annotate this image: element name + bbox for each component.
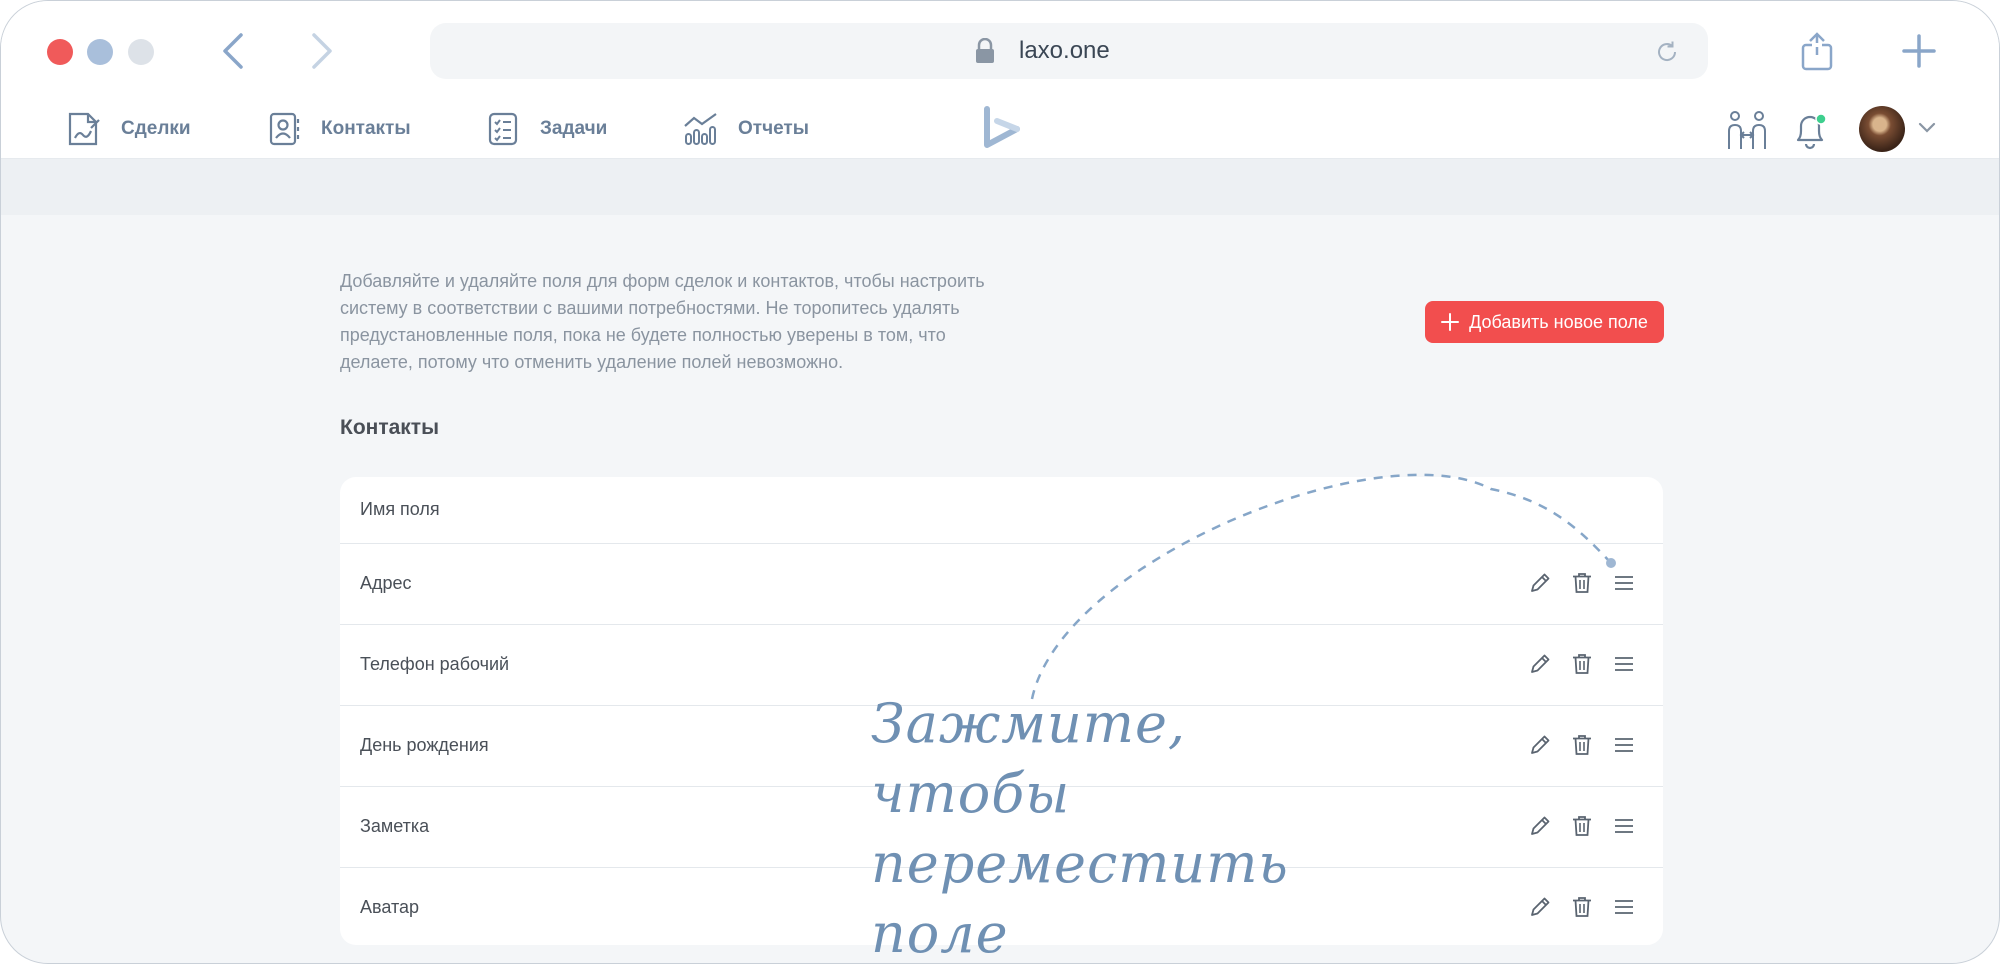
forward-button[interactable] [302, 29, 342, 73]
field-name: Заметка [360, 816, 430, 836]
lock-icon [976, 38, 994, 63]
reports-icon [684, 113, 717, 145]
trash-icon[interactable] [1569, 570, 1595, 596]
maximize-window-button[interactable] [128, 39, 154, 65]
avatar[interactable] [1859, 106, 1905, 152]
nav-item-label: Отчеты [738, 118, 809, 139]
nav-item-reports[interactable]: Отчеты [682, 109, 809, 149]
laxo-logo[interactable] [981, 105, 1023, 153]
trash-icon[interactable] [1569, 651, 1595, 677]
pencil-icon[interactable] [1527, 813, 1553, 839]
drag-handle-icon[interactable] [1611, 894, 1637, 920]
browser-toolbar: laxo.one [1, 1, 1999, 101]
tasks-icon [488, 112, 518, 146]
pencil-icon[interactable] [1527, 894, 1553, 920]
add-new-field-button[interactable]: Добавить новое поле [1425, 301, 1664, 343]
chevron-right-icon [312, 33, 332, 69]
pencil-icon[interactable] [1527, 651, 1553, 677]
url-text: laxo.one [1019, 37, 1110, 64]
pencil-icon[interactable] [1527, 570, 1553, 596]
trash-icon[interactable] [1569, 894, 1595, 920]
nav-item-deals[interactable]: Сделки [65, 109, 191, 149]
nav-item-tasks[interactable]: Задачи [484, 109, 607, 149]
drag-handle-icon[interactable] [1611, 651, 1637, 677]
drag-hint: Зажмите, чтобы переместить поле [871, 689, 1291, 964]
trash-icon[interactable] [1569, 813, 1595, 839]
minimize-window-button[interactable] [87, 39, 113, 65]
add-new-field-label: Добавить новое поле [1469, 311, 1648, 332]
table-header: Имя поля [340, 477, 1663, 544]
plus-icon[interactable] [1901, 33, 1937, 69]
column-header-field-name: Имя поля [360, 499, 440, 519]
page-description: Добавляйте и удаляйте поля для форм сдел… [340, 271, 985, 372]
deals-icon [68, 112, 100, 146]
chevron-left-icon [223, 33, 243, 69]
nav-item-label: Контакты [321, 118, 411, 139]
app-navigation: Сделки Контакты Задачи Отчеты [1, 101, 1999, 159]
drag-handle-icon[interactable] [1611, 732, 1637, 758]
bell-icon[interactable] [1789, 109, 1831, 151]
trash-icon[interactable] [1569, 732, 1595, 758]
plus-icon [1441, 313, 1460, 331]
section-title: Контакты [340, 416, 440, 439]
close-window-button[interactable] [47, 39, 73, 65]
drag-hint-line-1: Зажмите, чтобы [871, 692, 1187, 825]
page-header-band [1, 159, 1999, 215]
nav-item-contacts[interactable]: Контакты [265, 109, 411, 149]
drag-handle-icon[interactable] [1611, 570, 1637, 596]
nav-item-label: Сделки [121, 118, 191, 139]
team-icon[interactable] [1726, 109, 1768, 151]
table-row: Адрес [340, 544, 1663, 625]
nav-item-label: Задачи [540, 118, 608, 139]
drag-handle-icon[interactable] [1611, 813, 1637, 839]
share-icon[interactable] [1800, 31, 1834, 71]
chevron-down-icon[interactable] [1917, 121, 1937, 135]
field-name: Телефон рабочий [360, 654, 510, 674]
reload-icon[interactable] [1654, 39, 1680, 65]
drag-hint-line-2: переместить поле [871, 832, 1289, 964]
address-bar[interactable]: laxo.one [430, 23, 1708, 79]
browser-window: laxo.one Сделки Контакты Задачи Отчеты Д… [0, 0, 2000, 964]
field-name: Аватар [360, 897, 420, 917]
field-name: День рождения [360, 735, 489, 755]
pencil-icon[interactable] [1527, 732, 1553, 758]
contacts-icon [269, 112, 300, 146]
back-button[interactable] [213, 29, 253, 73]
field-name: Адрес [360, 573, 412, 593]
